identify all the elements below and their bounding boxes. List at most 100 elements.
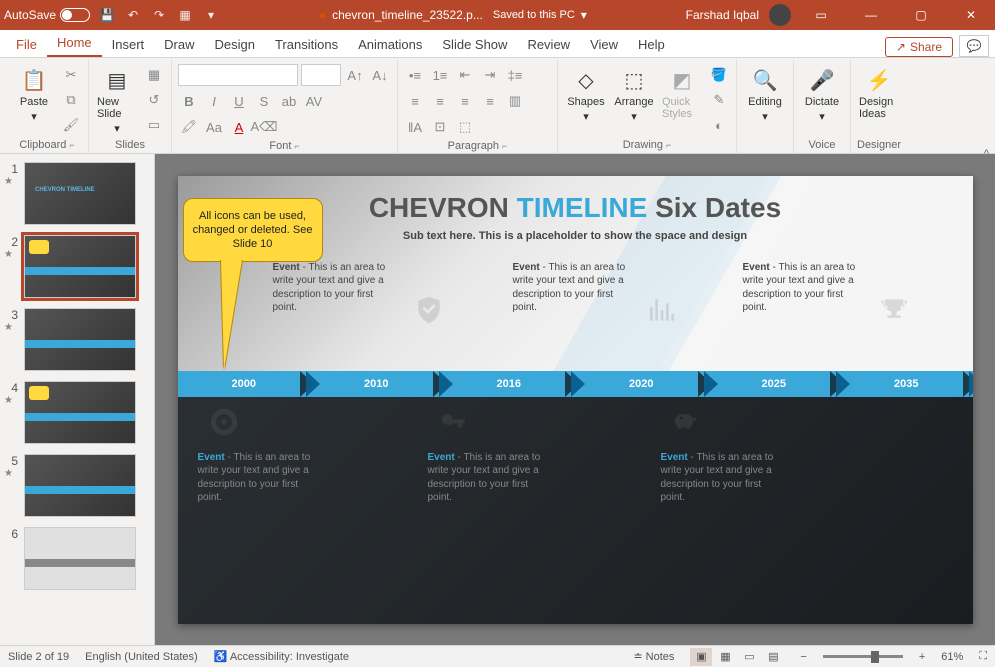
minimize-icon[interactable]: — — [851, 0, 891, 30]
tab-review[interactable]: Review — [517, 32, 580, 57]
tab-slideshow[interactable]: Slide Show — [432, 32, 517, 57]
font-family-select[interactable] — [178, 64, 298, 86]
shapes-button[interactable]: ◇Shapes▾ — [564, 64, 608, 125]
thumbnail-5[interactable]: 5★ — [4, 454, 150, 517]
tab-insert[interactable]: Insert — [102, 32, 155, 57]
align-left-icon[interactable]: ≡ — [404, 90, 426, 112]
tab-animations[interactable]: Animations — [348, 32, 432, 57]
event-text-top[interactable]: Event - This is an area to write your te… — [743, 261, 863, 315]
save-icon[interactable]: 💾 — [98, 6, 116, 24]
event-text-top[interactable]: Event - This is an area to write your te… — [513, 261, 633, 315]
notes-button[interactable]: ≐ Notes — [633, 650, 674, 663]
callout[interactable]: All icons can be used, changed or delete… — [183, 198, 323, 371]
normal-view-icon[interactable]: ▣ — [690, 648, 712, 666]
thumbnail-4[interactable]: 4★ — [4, 381, 150, 444]
strikethrough-icon[interactable]: S — [253, 90, 275, 112]
tab-transitions[interactable]: Transitions — [265, 32, 348, 57]
shape-outline-icon[interactable]: ✎ — [708, 89, 730, 111]
event-text-bottom[interactable]: Event - This is an area to write your te… — [198, 451, 318, 505]
zoom-out-icon[interactable]: − — [800, 651, 806, 663]
slideshow-view-icon[interactable]: ▤ — [762, 648, 784, 666]
dialog-launcher-icon[interactable]: ⌐ — [69, 140, 74, 150]
smartart-icon[interactable]: ⬚ — [454, 116, 476, 138]
design-ideas-button[interactable]: ⚡Design Ideas — [857, 64, 901, 122]
save-status-dropdown-icon[interactable]: ▾ — [581, 8, 587, 22]
shape-fill-icon[interactable]: 🪣 — [708, 64, 730, 86]
numbering-icon[interactable]: 1≡ — [429, 64, 451, 86]
redo-icon[interactable]: ↷ — [150, 6, 168, 24]
event-text-bottom[interactable]: Event - This is an area to write your te… — [661, 451, 781, 505]
thumbnail-1[interactable]: 1★CHEVRON TIMELINE — [4, 162, 150, 225]
layout-icon[interactable]: ▦ — [143, 64, 165, 86]
start-from-beginning-icon[interactable]: ▦ — [176, 6, 194, 24]
thumbnail-6[interactable]: 6 — [4, 527, 150, 590]
align-right-icon[interactable]: ≡ — [454, 90, 476, 112]
decrease-indent-icon[interactable]: ⇤ — [454, 64, 476, 86]
reading-view-icon[interactable]: ▭ — [738, 648, 760, 666]
cut-icon[interactable]: ✂ — [60, 64, 82, 86]
editing-button[interactable]: 🔍Editing▾ — [743, 64, 787, 125]
slide-preview[interactable]: CHEVRON TIMELINE Six Dates Sub text here… — [178, 176, 973, 624]
maximize-icon[interactable]: ▢ — [901, 0, 941, 30]
thumbnail-2[interactable]: 2★ — [4, 235, 150, 298]
decrease-font-icon[interactable]: A↓ — [369, 64, 391, 86]
ribbon-display-icon[interactable]: ▭ — [801, 0, 841, 30]
character-spacing-icon[interactable]: AV — [303, 90, 325, 112]
new-slide-button[interactable]: ▤ New Slide ▾ — [95, 64, 139, 137]
close-icon[interactable]: ✕ — [951, 0, 991, 30]
columns-icon[interactable]: ▥ — [504, 90, 526, 112]
italic-icon[interactable]: I — [203, 90, 225, 112]
tab-home[interactable]: Home — [47, 30, 102, 57]
text-direction-icon[interactable]: ‖A — [404, 116, 426, 138]
fit-to-window-icon[interactable]: ⛶ — [979, 650, 987, 663]
format-painter-icon[interactable]: 🖌 — [60, 114, 82, 136]
qat-dropdown-icon[interactable]: ▾ — [202, 6, 220, 24]
user-name[interactable]: Farshad Iqbal — [686, 8, 759, 22]
increase-indent-icon[interactable]: ⇥ — [479, 64, 501, 86]
undo-icon[interactable]: ↶ — [124, 6, 142, 24]
font-size-select[interactable] — [301, 64, 341, 86]
slide-sorter-icon[interactable]: ▦ — [714, 648, 736, 666]
slide-thumbnail-panel[interactable]: 1★CHEVRON TIMELINE 2★ 3★ 4★ 5★ 6 — [0, 154, 155, 645]
zoom-level[interactable]: 61% — [941, 651, 963, 663]
shadow-icon[interactable]: ab — [278, 90, 300, 112]
tab-file[interactable]: File — [6, 32, 47, 57]
tab-design[interactable]: Design — [205, 32, 265, 57]
dialog-launcher-icon[interactable]: ⌐ — [294, 141, 299, 151]
slide-editor-canvas[interactable]: CHEVRON TIMELINE Six Dates Sub text here… — [155, 154, 995, 645]
change-case-icon[interactable]: Aa — [203, 116, 225, 138]
line-spacing-icon[interactable]: ‡≡ — [504, 64, 526, 86]
justify-icon[interactable]: ≡ — [479, 90, 501, 112]
highlight-icon[interactable]: 🖍 — [178, 116, 200, 138]
clear-format-icon[interactable]: A⌫ — [253, 116, 275, 138]
event-text-bottom[interactable]: Event - This is an area to write your te… — [428, 451, 548, 505]
tab-draw[interactable]: Draw — [154, 32, 204, 57]
reset-icon[interactable]: ↺ — [143, 89, 165, 111]
comments-button[interactable]: 💬 — [959, 35, 989, 57]
align-text-icon[interactable]: ⊡ — [429, 116, 451, 138]
copy-icon[interactable]: ⧉ — [60, 89, 82, 111]
align-center-icon[interactable]: ≡ — [429, 90, 451, 112]
dialog-launcher-icon[interactable]: ⌐ — [666, 140, 671, 150]
bullets-icon[interactable]: •≡ — [404, 64, 426, 86]
zoom-slider[interactable] — [823, 655, 903, 658]
tab-help[interactable]: Help — [628, 32, 675, 57]
language-status[interactable]: English (United States) — [85, 651, 198, 663]
section-icon[interactable]: ▭ — [143, 114, 165, 136]
dialog-launcher-icon[interactable]: ⌐ — [502, 141, 507, 151]
shape-effects-icon[interactable]: ◐ — [708, 114, 730, 136]
paste-button[interactable]: 📋 Paste ▾ — [12, 64, 56, 125]
user-avatar[interactable] — [769, 4, 791, 26]
zoom-thumb[interactable] — [871, 651, 879, 663]
arrange-button[interactable]: ⬚Arrange▾ — [612, 64, 656, 125]
font-color-icon[interactable]: A — [228, 116, 250, 138]
bold-icon[interactable]: B — [178, 90, 200, 112]
accessibility-status[interactable]: ♿ Accessibility: Investigate — [214, 650, 349, 663]
dictate-button[interactable]: 🎤Dictate▾ — [800, 64, 844, 125]
autosave-toggle[interactable] — [60, 8, 90, 22]
slide-position[interactable]: Slide 2 of 19 — [8, 651, 69, 663]
tab-view[interactable]: View — [580, 32, 628, 57]
underline-icon[interactable]: U — [228, 90, 250, 112]
share-button[interactable]: ↗ Share — [885, 37, 953, 57]
zoom-in-icon[interactable]: + — [919, 651, 925, 663]
